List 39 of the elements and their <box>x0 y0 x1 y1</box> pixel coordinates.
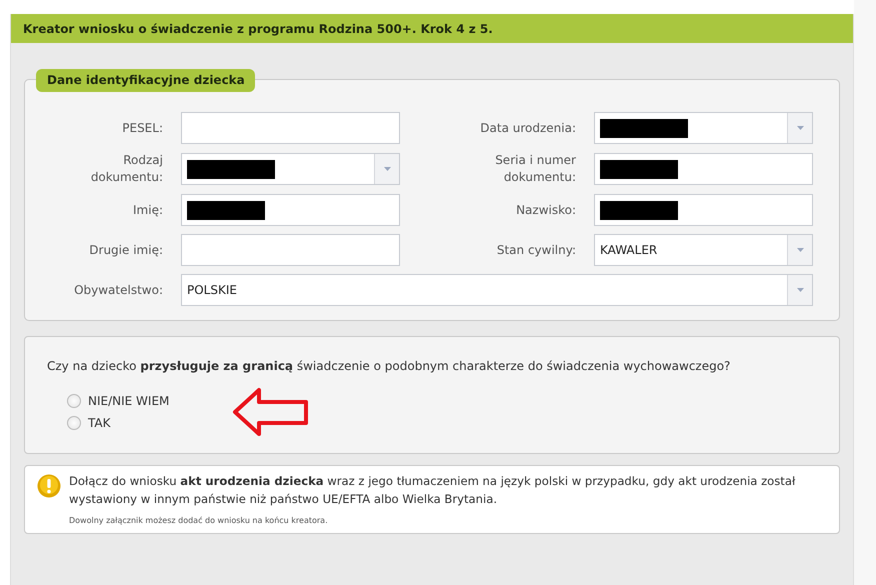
field-label: Seria i numer dokumentu: <box>494 152 576 186</box>
arrow-icon <box>232 387 310 437</box>
notice-text: Dołącz do wniosku akt urodzenia dziecka wraz z jego tłumaczeniem na język polski w przypadku, gdy akt urodzenia został wystawiony w innym państwie niż państwo UE/EFTA albo Wielka Brytania. <box>69 473 796 508</box>
radio-button[interactable] <box>67 394 81 408</box>
field-label: Stan cywilny: <box>496 242 576 258</box>
field-label: Obywatelstwo: <box>74 282 163 298</box>
caret-icon <box>796 248 804 252</box>
input-field[interactable] <box>181 234 400 266</box>
section-legend: Dane identyfikacyjne dziecka <box>36 69 255 92</box>
warning-icon <box>37 474 61 498</box>
header-title: Kreator wniosku o świadczenie z programu Rodzina 500+. Krok 4 z 5. <box>23 22 493 36</box>
field-value: POLSKIE <box>187 283 237 297</box>
field-value: KAWALER <box>600 243 658 257</box>
radio-button[interactable] <box>67 416 81 430</box>
field-label: Rodzaj dokumentu: <box>90 152 163 186</box>
input-field[interactable] <box>181 112 400 144</box>
field-label: Nazwisko: <box>516 202 576 218</box>
question-text: Czy na dziecko przysługuje za granicą świadczenie o podobnym charakterze do świadczenia wychowawczego? <box>47 359 732 373</box>
input-field[interactable] <box>594 153 813 185</box>
field-label: PESEL: <box>122 120 163 136</box>
caret-icon <box>796 288 804 292</box>
option-label[interactable]: TAK <box>88 416 110 430</box>
dropdown-field[interactable]: POLSKIE <box>181 274 813 306</box>
dropdown-field[interactable]: KAWALER <box>594 234 813 266</box>
notice-note: Dowolny załącznik możesz dodać do wniosku na końcu kreatora. <box>69 516 329 525</box>
caret-icon <box>796 126 804 130</box>
input-field[interactable] <box>594 194 813 226</box>
dropdown-button[interactable] <box>787 235 812 265</box>
dropdown-button[interactable] <box>787 275 812 305</box>
caret-icon <box>384 167 390 171</box>
field-label: Imię: <box>133 202 163 218</box>
option-label[interactable]: NIE/NIE WIEM <box>88 394 170 408</box>
field-label: Data urodzenia: <box>480 120 576 136</box>
field-label: Drugie imię: <box>89 242 163 258</box>
input-field[interactable] <box>181 194 400 226</box>
dropdown-button[interactable] <box>787 113 812 143</box>
dropdown-field[interactable] <box>181 153 400 185</box>
dropdown-field[interactable] <box>594 112 813 144</box>
dropdown-button[interactable] <box>374 154 399 184</box>
